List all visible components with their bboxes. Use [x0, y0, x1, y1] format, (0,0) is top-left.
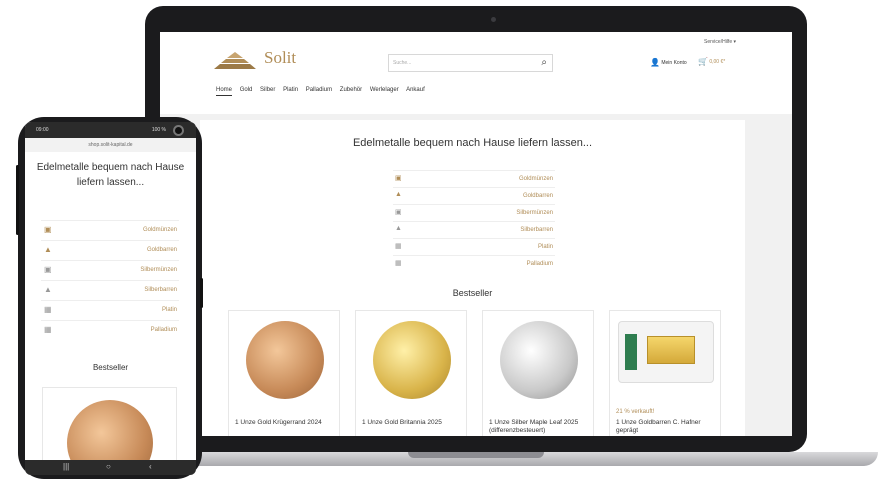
maple-leaf-coin-image[interactable] — [500, 321, 578, 399]
category-palladium[interactable]: ▦ Palladium — [393, 255, 555, 272]
search-icon[interactable]: ⌕ — [541, 58, 547, 68]
category-label: Palladium — [526, 261, 553, 267]
url-bar[interactable]: shop.solit-kapital.de — [25, 138, 196, 152]
nav-werlelager[interactable]: Werlelager — [370, 87, 399, 93]
laptop-screen: Service/Hilfe ▾ Solit Suche... ⌕ 👤 Mein … — [160, 32, 792, 436]
user-icon: 👤 — [650, 58, 660, 67]
product-card-goldbarren[interactable]: 21 % verkauft! 1 Unze Goldbarren C. Hafn… — [609, 310, 721, 436]
laptop-camera — [491, 17, 496, 22]
product-name[interactable]: 1 Unze Gold Krügerrand 2024 — [235, 419, 335, 427]
cart-icon: 🛒 — [698, 57, 708, 66]
android-nav-bar: ||| ○ ‹ — [25, 460, 196, 475]
bestseller-title: Bestseller — [452, 288, 493, 298]
front-camera-icon — [173, 125, 184, 136]
mobile-category-goldmuenzen[interactable]: ▣ Goldmünzen — [41, 220, 179, 240]
category-label: Goldbarren — [146, 247, 177, 253]
phone-power-button — [200, 278, 203, 308]
phone-screen: 09:00 100 % shop.solit-kapital.de Edelme… — [25, 122, 196, 475]
kruegerrand-coin-image[interactable] — [67, 400, 153, 466]
status-bar: 09:00 100 % — [25, 122, 196, 138]
mobile-category-list: ▣ Goldmünzen ▲ Goldbarren ▣ Silbermünzen… — [41, 220, 179, 340]
product-name[interactable]: 1 Unze Silber Maple Leaf 2025 (differenz… — [489, 419, 589, 435]
gold-bars-icon: ▲ — [395, 191, 402, 198]
silver-bars-icon: ▲ — [44, 285, 52, 294]
mobile-bestseller-title: Bestseller — [92, 363, 129, 372]
sold-badge: 21 % verkauft! — [616, 409, 655, 415]
product-name[interactable]: 1 Unze Gold Britannia 2025 — [362, 419, 462, 427]
cart-link[interactable]: 🛒 0,00 €* — [698, 57, 725, 66]
hafner-logo — [625, 334, 637, 370]
silver-bars-icon: ▲ — [395, 225, 402, 232]
nav-platin[interactable]: Platin — [283, 87, 298, 93]
product-card-maple-leaf[interactable]: 1 Unze Silber Maple Leaf 2025 (differenz… — [482, 310, 594, 436]
mobile-category-silberbarren[interactable]: ▲ Silberbarren — [41, 280, 179, 300]
device-mockup: Service/Hilfe ▾ Solit Suche... ⌕ 👤 Mein … — [0, 0, 883, 481]
nav-home[interactable]: Home — [216, 87, 233, 96]
solit-logo-text[interactable]: Solit — [264, 48, 296, 68]
category-silbermuenzen[interactable]: ▣ Silbermünzen — [393, 204, 555, 221]
home-icon[interactable]: ○ — [106, 462, 111, 471]
category-label: Silberbarren — [520, 227, 553, 233]
gold-bars-icon: ▲ — [44, 245, 52, 254]
battery-level: 100 % — [151, 127, 166, 133]
status-time: 09:00 — [36, 127, 49, 133]
category-label: Silberbarren — [144, 287, 177, 293]
mobile-category-platin[interactable]: ▦ Platin — [41, 300, 179, 320]
palladium-icon: ▦ — [395, 260, 402, 267]
nav-ankauf[interactable]: Ankauf — [406, 87, 425, 93]
britannia-coin-image[interactable] — [373, 321, 451, 399]
silver-coins-icon: ▣ — [44, 265, 52, 274]
mobile-category-silbermuenzen[interactable]: ▣ Silbermünzen — [41, 260, 179, 280]
main-nav: Home Gold Silber Platin Palladium Zubehö… — [216, 87, 431, 96]
platinum-icon: ▦ — [44, 305, 52, 314]
mobile-headline: Edelmetalle bequem nach Hause liefern la… — [36, 162, 185, 188]
search-placeholder: Suche... — [393, 60, 412, 66]
category-platin[interactable]: ▦ Platin — [393, 238, 555, 255]
mobile-product-card[interactable] — [42, 387, 177, 467]
mobile-category-palladium[interactable]: ▦ Palladium — [41, 320, 179, 340]
category-label: Palladium — [150, 327, 177, 333]
category-label: Silbermünzen — [516, 210, 553, 216]
main-content: Edelmetalle bequem nach Hause liefern la… — [200, 120, 745, 436]
gold-bar-image[interactable] — [618, 321, 714, 383]
category-goldbarren[interactable]: ▲ Goldbarren — [393, 187, 555, 204]
category-goldmuenzen[interactable]: ▣ Goldmünzen — [393, 170, 555, 187]
site-header: Service/Hilfe ▾ Solit Suche... ⌕ 👤 Mein … — [160, 32, 792, 114]
category-label: Goldmünzen — [142, 227, 177, 233]
nav-silber[interactable]: Silber — [260, 87, 275, 93]
account-label: Mein Konto — [661, 59, 687, 66]
category-silberbarren[interactable]: ▲ Silberbarren — [393, 221, 555, 238]
cart-total: 0,00 €* — [709, 58, 726, 65]
search-field[interactable]: Suche... ⌕ — [388, 54, 553, 72]
silver-coins-icon: ▣ — [395, 209, 402, 216]
back-icon[interactable]: ‹ — [149, 462, 152, 471]
page-headline: Edelmetalle bequem nach Hause liefern la… — [352, 137, 593, 149]
product-name[interactable]: 1 Unze Goldbarren C. Hafner geprägt — [616, 419, 716, 435]
laptop-notch — [408, 452, 544, 458]
account-link[interactable]: 👤 Mein Konto — [650, 58, 687, 67]
service-menu[interactable]: Service/Hilfe ▾ — [704, 39, 736, 45]
category-label: Platin — [537, 244, 553, 250]
gold-coins-icon: ▣ — [44, 225, 52, 234]
category-list: ▣ Goldmünzen ▲ Goldbarren ▣ Silbermünzen… — [393, 170, 555, 272]
nav-zubehoer[interactable]: Zubehör — [340, 87, 362, 93]
mobile-category-goldbarren[interactable]: ▲ Goldbarren — [41, 240, 179, 260]
product-card-kruegerrand[interactable]: 1 Unze Gold Krügerrand 2024 — [228, 310, 340, 436]
kruegerrand-coin-image[interactable] — [246, 321, 324, 399]
category-label: Goldmünzen — [518, 176, 553, 182]
category-label: Platin — [161, 307, 177, 313]
nav-gold[interactable]: Gold — [240, 87, 253, 93]
category-label: Goldbarren — [522, 193, 553, 199]
platinum-icon: ▦ — [395, 243, 402, 250]
nav-palladium[interactable]: Palladium — [306, 87, 332, 93]
gold-bar — [647, 336, 695, 364]
recent-apps-icon[interactable]: ||| — [63, 462, 69, 471]
solit-logo-icon[interactable] — [212, 50, 258, 72]
gold-coins-icon: ▣ — [395, 175, 402, 182]
phone-side-button — [16, 165, 19, 235]
product-card-britannia[interactable]: 1 Unze Gold Britannia 2025 — [355, 310, 467, 436]
palladium-icon: ▦ — [44, 325, 52, 334]
category-label: Silbermünzen — [140, 267, 177, 273]
